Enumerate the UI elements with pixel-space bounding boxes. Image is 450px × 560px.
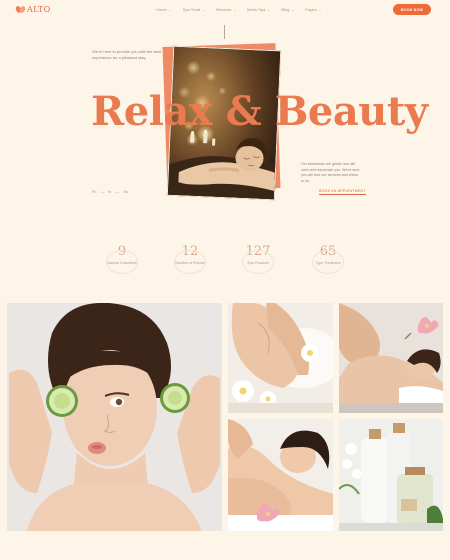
stat-rooms: 12 Number of Rooms <box>160 244 220 274</box>
nav-item-home[interactable]: Home ⌄ <box>156 7 172 12</box>
hero-intro: We're here to provide you with the best … <box>92 49 162 60</box>
hero-divider <box>224 25 225 39</box>
gallery-tile-back-massage[interactable] <box>228 419 333 531</box>
nav-label: Blog <box>281 7 290 12</box>
chevron-down-icon: ⌄ <box>168 7 172 12</box>
nav-item-spa-treat[interactable]: Spa Treat ⌄ <box>183 7 205 12</box>
hero-headline: Relax & Beauty <box>91 88 428 135</box>
social-divider: — <box>100 190 105 194</box>
gallery-tile-woman-cucumber[interactable] <box>7 303 222 531</box>
leaf-decoration-icon <box>106 250 138 274</box>
main-nav: Home ⌄ Spa Treat ⌄ Services ⌄ Menu Spa ⌄ Blo… <box>156 7 322 12</box>
book-now-button[interactable]: BOOK NOW <box>393 4 431 15</box>
hero-description: Our treatments are gentle and will calm … <box>301 162 360 183</box>
stat-natural-cosmetics: 9 Natural Cosmetics <box>92 244 152 274</box>
stats-row: 9 Natural Cosmetics 12 Number of Rooms 1… <box>92 244 362 278</box>
nav-label: Pages <box>305 7 317 12</box>
logo-text: ALTO <box>27 5 51 14</box>
nav-label: Menu Spa <box>247 7 266 12</box>
stat-spa-products: 127 Spa Products <box>228 244 288 274</box>
leaf-decoration-icon <box>174 250 206 274</box>
nav-item-services[interactable]: Services ⌄ <box>216 7 236 12</box>
leaf-decoration-icon <box>242 250 274 274</box>
logo[interactable]: ALTO <box>16 5 51 14</box>
stat-treatments: 65 Type Treatment <box>298 244 358 274</box>
chevron-down-icon: ⌄ <box>201 7 205 12</box>
nav-label: Spa Treat <box>182 7 200 12</box>
chevron-down-icon: ⌄ <box>318 7 322 12</box>
nav-item-blog[interactable]: Blog ⌄ <box>281 7 294 12</box>
twitter-link[interactable]: Tw <box>123 190 128 194</box>
nav-label: Services <box>215 7 232 12</box>
gallery-tile-spa-products[interactable] <box>339 419 443 531</box>
nav-item-menu-spa[interactable]: Menu Spa ⌄ <box>247 7 270 12</box>
chevron-down-icon: ⌄ <box>267 7 271 12</box>
instagram-link[interactable]: In <box>108 190 111 194</box>
facebook-link[interactable]: Fb <box>92 190 96 194</box>
gallery-tile-shoulder-massage[interactable] <box>339 303 443 413</box>
chevron-down-icon: ⌄ <box>233 7 237 12</box>
social-divider: — <box>115 190 120 194</box>
chevron-down-icon: ⌄ <box>291 7 295 12</box>
site-header: ALTO Home ⌄ Spa Treat ⌄ Services ⌄ Menu Spa… <box>0 0 450 22</box>
nav-label: Home <box>156 7 167 12</box>
book-appointment-link[interactable]: BOOK AN APPOINTMENT <box>319 189 366 195</box>
gallery-tile-foot-massage[interactable] <box>228 303 333 413</box>
lotus-icon <box>16 5 25 14</box>
social-links: Fb — In — Tw <box>92 190 128 194</box>
leaf-decoration-icon <box>312 250 344 274</box>
nav-item-pages[interactable]: Pages ⌄ <box>305 7 321 12</box>
